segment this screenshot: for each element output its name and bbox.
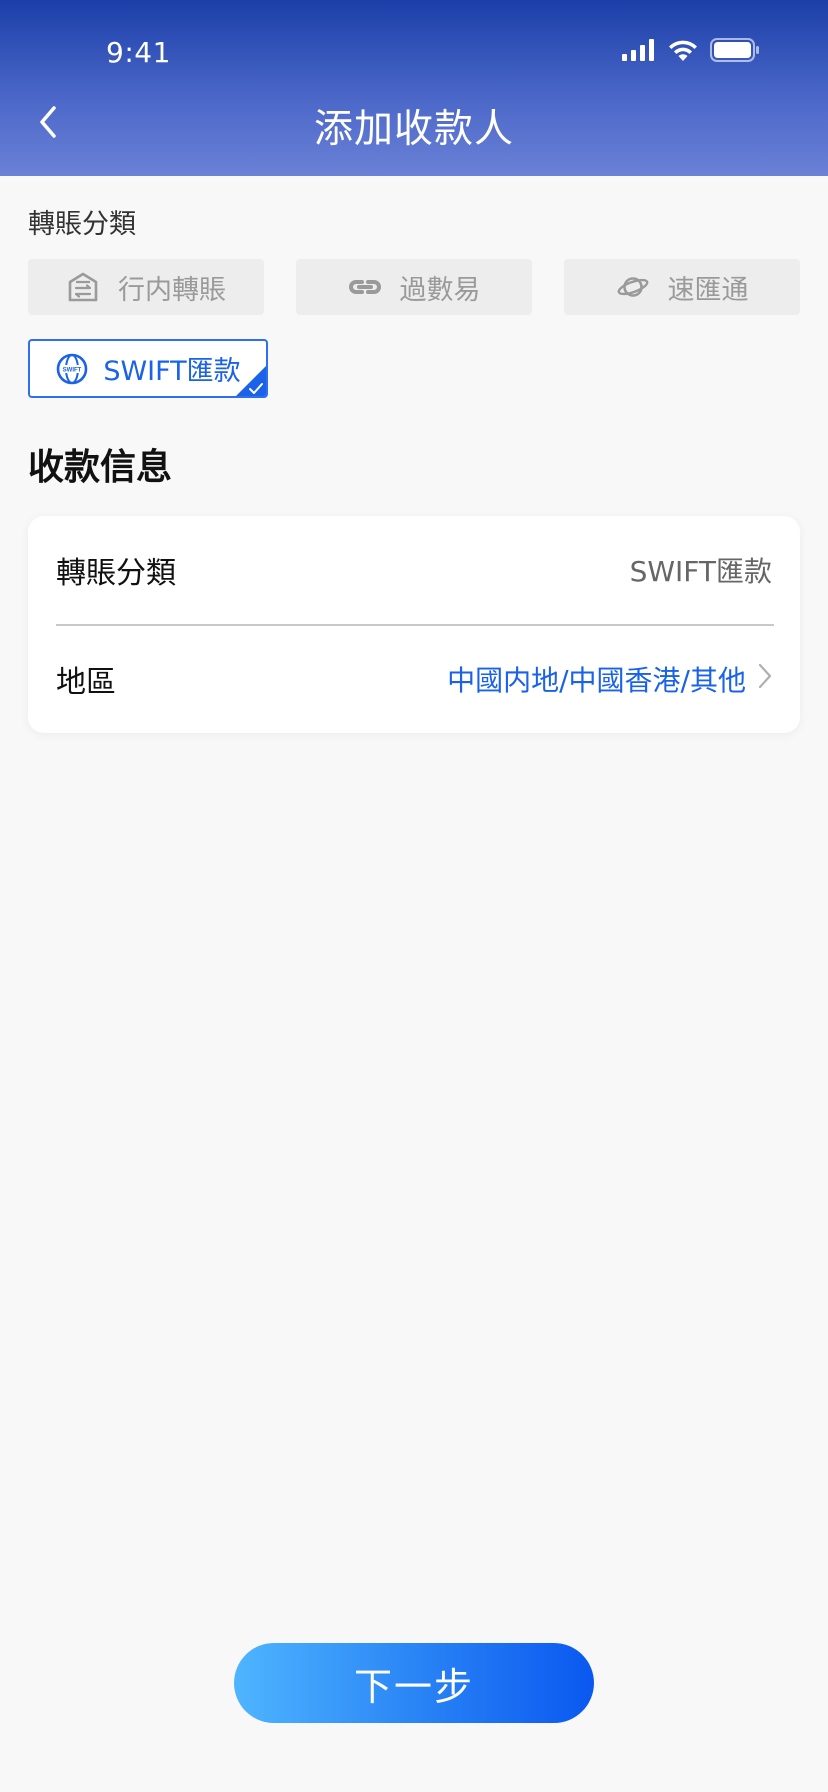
payee-info-heading: 收款信息	[28, 447, 173, 488]
region-selector[interactable]: 中國内地/中國香港/其他	[447, 659, 772, 699]
header-bar: 9:41 添加收款人	[0, 0, 828, 176]
payee-info-card: 轉賬分類 SWIFT匯款 地區 中國内地/中國香港/其他	[28, 516, 800, 733]
status-time: 9:41	[106, 36, 171, 69]
page-title: 添加收款人	[313, 107, 514, 152]
transfer-type-row: 轉賬分類 SWIFT匯款	[28, 516, 800, 624]
wifi-icon	[668, 39, 698, 65]
row-label: 轉賬分類	[56, 556, 176, 591]
next-step-button[interactable]: 下一步	[234, 1643, 594, 1723]
region-value: 中國内地/中國香港/其他	[447, 664, 746, 697]
status-icons	[622, 38, 760, 66]
planet-icon	[616, 270, 650, 304]
battery-icon	[710, 38, 760, 66]
link-icon	[348, 270, 382, 304]
chevron-right-icon	[758, 663, 772, 696]
selected-check-icon	[235, 365, 266, 396]
transfer-option-label: 過數易	[399, 274, 481, 306]
transfer-option-swift[interactable]: SWIFT SWIFT匯款	[28, 339, 268, 398]
transfer-option-internal[interactable]: 行内轉賬	[28, 259, 264, 315]
cellular-signal-icon	[622, 39, 656, 65]
svg-text:SWIFT: SWIFT	[63, 367, 82, 373]
row-label: 地區	[56, 665, 116, 700]
transfer-option-label: 速匯通	[667, 274, 749, 306]
transfer-option-speed-remit[interactable]: 速匯通	[564, 259, 800, 315]
transfer-type-label: 轉賬分類	[28, 209, 136, 240]
bank-transfer-icon	[66, 270, 100, 304]
globe-swift-icon: SWIFT	[55, 352, 89, 386]
row-value: SWIFT匯款	[629, 555, 772, 588]
region-row[interactable]: 地區 中國内地/中國香港/其他	[28, 625, 800, 733]
transfer-option-label: 行内轉賬	[118, 274, 226, 306]
transfer-option-fps[interactable]: 過數易	[296, 259, 532, 315]
transfer-option-label: SWIFT匯款	[103, 356, 241, 387]
